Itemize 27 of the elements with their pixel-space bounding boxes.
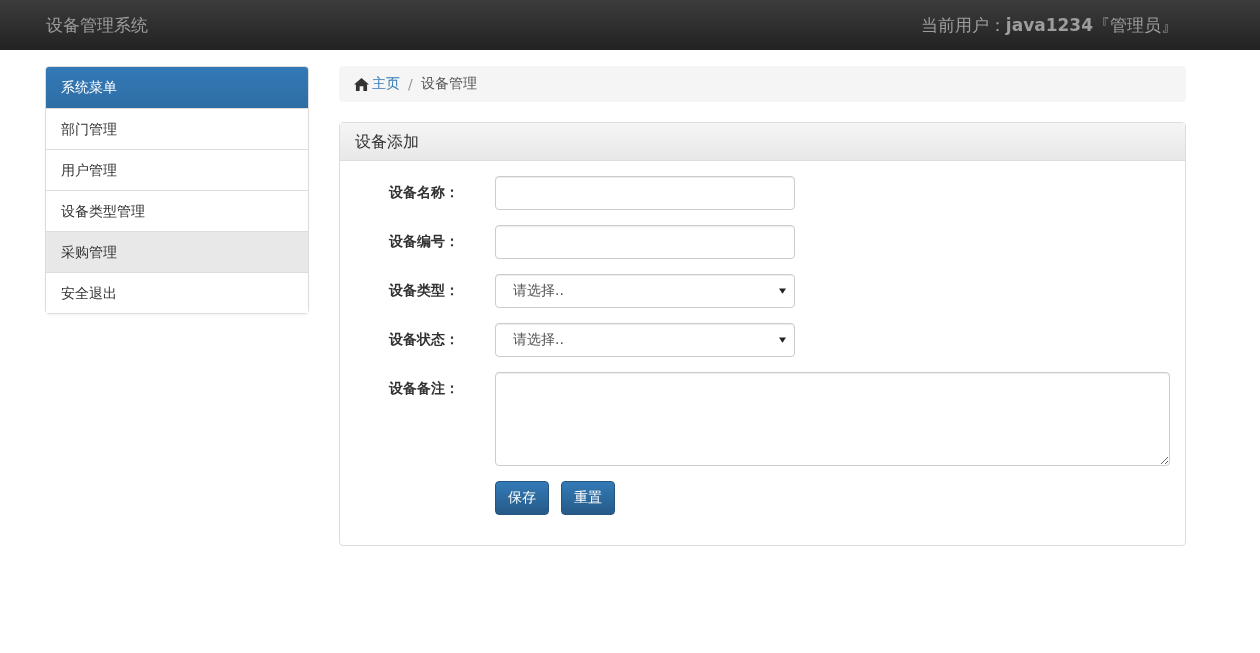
form-button[interactable]: 保存 [495,481,549,515]
text-input[interactable] [495,176,795,210]
form-button[interactable]: 重置 [561,481,615,515]
app-title: 设备管理系统 [46,13,148,37]
caret-icon [779,288,786,294]
field-label: 设备编号： [387,232,459,251]
field-label: 设备状态： [387,330,459,349]
sidebar-item[interactable]: 部门管理 [46,108,308,149]
panel-title: 设备添加 [355,132,419,151]
home-icon [354,77,369,91]
text-input[interactable] [495,225,795,259]
sidebar-heading: 系统菜单 [46,67,308,108]
sidebar-item[interactable]: 用户管理 [46,149,308,190]
field-label: 设备名称： [387,183,459,202]
sidebar-item[interactable]: 采购管理 [46,231,308,272]
select-dropdown[interactable]: 请选择.. [495,274,795,308]
breadcrumb-current: 设备管理 [420,75,477,93]
sidebar-item[interactable]: 安全退出 [46,272,308,313]
textarea-input[interactable] [495,372,1170,466]
sidebar-item[interactable]: 设备类型管理 [46,190,308,231]
current-user: 当前用户：java1234『管理员』 [920,13,1178,37]
field-label: 设备类型： [387,281,459,300]
field-label: 设备备注： [387,379,459,398]
breadcrumb-separator: / [408,76,413,92]
caret-icon [779,337,786,343]
select-dropdown[interactable]: 请选择.. [495,323,795,357]
home-link[interactable]: 主页 [354,75,400,93]
